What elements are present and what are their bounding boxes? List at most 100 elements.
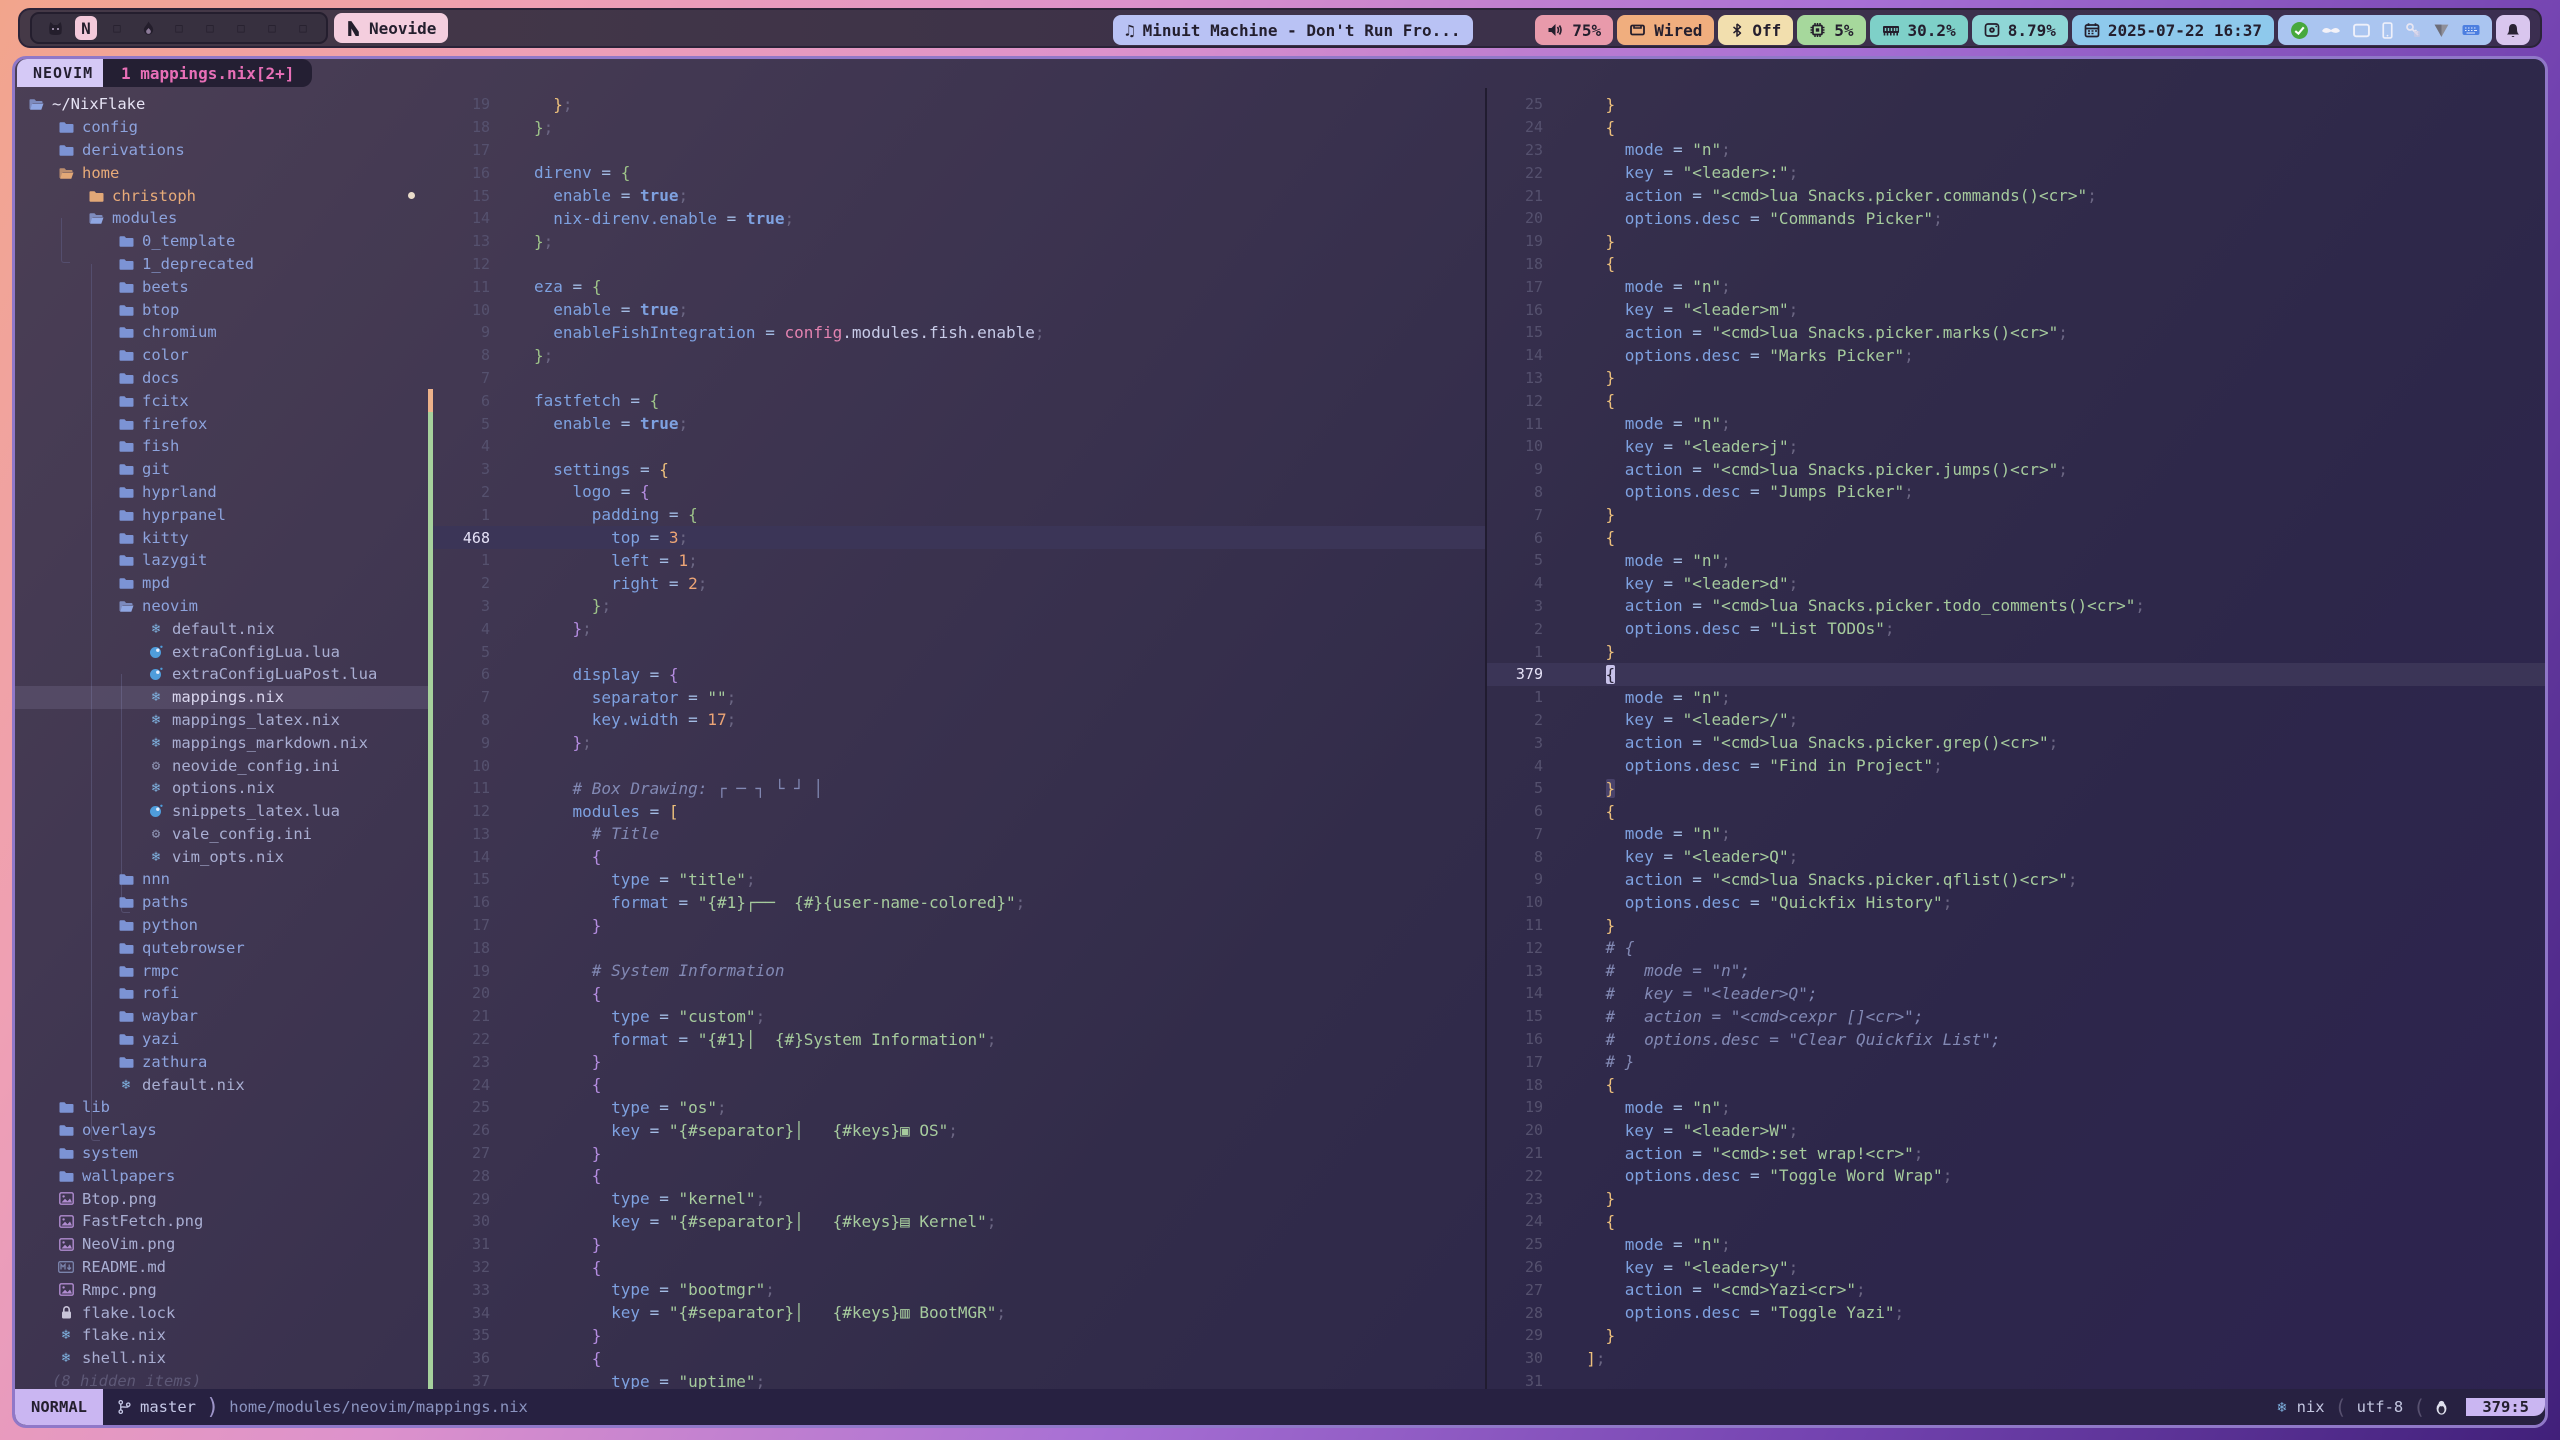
code-line[interactable]: 14 { (428, 845, 1485, 868)
tree-file-default-nix[interactable]: ❄default.nix (15, 1073, 428, 1096)
tree-folder-hyprpanel[interactable]: hyprpanel (15, 503, 428, 526)
volume-module[interactable]: 75% (1535, 15, 1613, 45)
code-line[interactable]: 14 options.desc = "Marks Picker"; (1487, 344, 2545, 367)
code-line[interactable]: 23 mode = "n"; (1487, 139, 2545, 162)
tree-file-snippets-latex-lua[interactable]: snippets_latex.lua (15, 800, 428, 823)
square-workspace-icon[interactable]: □ (261, 16, 283, 40)
tree-folder-rmpc[interactable]: rmpc (15, 959, 428, 982)
cpu-module[interactable]: 5% (1797, 15, 1865, 45)
code-line[interactable]: 22 format = "{#1}│ {#}System Information… (428, 1028, 1485, 1051)
tree-folder-hyprland[interactable]: hyprland (15, 481, 428, 504)
tree-folder-derivations[interactable]: derivations (15, 139, 428, 162)
tree-file-vale-config-ini[interactable]: ⚙vale_config.ini (15, 823, 428, 846)
window-title-chip[interactable]: Neovide (334, 13, 448, 43)
tree-folder-overlays[interactable]: overlays (15, 1119, 428, 1142)
code-line[interactable]: 2 options.desc = "List TODOs"; (1487, 617, 2545, 640)
code-line[interactable]: 26 key = "<leader>y"; (1487, 1256, 2545, 1279)
code-line[interactable]: 10 enable = true; (428, 298, 1485, 321)
code-line[interactable]: 34 key = "{#separator}│ {#keys}▥ BootMGR… (428, 1301, 1485, 1324)
code-line[interactable]: 18}; (428, 116, 1485, 139)
code-line[interactable]: 23 } (1487, 1187, 2545, 1210)
code-line[interactable]: 6 { (1487, 800, 2545, 823)
code-line[interactable]: 6 display = { (428, 663, 1485, 686)
code-line[interactable]: 19 } (1487, 230, 2545, 253)
code-line[interactable]: 13 # Title (428, 823, 1485, 846)
code-line[interactable]: 25 } (1487, 93, 2545, 116)
tree-folder-chromium[interactable]: chromium (15, 321, 428, 344)
code-line[interactable]: 26 key = "{#separator}│ {#keys}▣ OS"; (428, 1119, 1485, 1142)
tree-folder-mpd[interactable]: mpd (15, 572, 428, 595)
tree-file-mappings-markdown-nix[interactable]: ❄mappings_markdown.nix (15, 731, 428, 754)
tree-folder-christoph[interactable]: christoph (15, 184, 428, 207)
square-workspace-icon[interactable]: □ (230, 16, 252, 40)
window-tray-icon[interactable] (2353, 23, 2370, 38)
code-line[interactable]: 14 nix-direnv.enable = true; (428, 207, 1485, 230)
code-line[interactable]: 4 (428, 435, 1485, 458)
code-line[interactable]: 13}; (428, 230, 1485, 253)
code-line[interactable]: 7 separator = ""; (428, 686, 1485, 709)
code-line[interactable]: 3 settings = { (428, 458, 1485, 481)
code-line[interactable]: 2 key = "<leader>/"; (1487, 709, 2545, 732)
code-line[interactable]: 4 options.desc = "Find in Project"; (1487, 754, 2545, 777)
code-line[interactable]: 31 (1487, 1370, 2545, 1389)
tree-folder-0-template[interactable]: 0_template (15, 230, 428, 253)
tree-folder-fish[interactable]: fish (15, 435, 428, 458)
code-line[interactable]: 10 options.desc = "Quickfix History"; (1487, 891, 2545, 914)
code-line[interactable]: 16 # options.desc = "Clear Quickfix List… (1487, 1028, 2545, 1051)
code-line[interactable]: 9 }; (428, 731, 1485, 754)
tree-folder-home[interactable]: home (15, 161, 428, 184)
tree-file-flake-nix[interactable]: ❄flake.nix (15, 1324, 428, 1347)
tree-folder-zathura[interactable]: zathura (15, 1050, 428, 1073)
code-line[interactable]: 8 options.desc = "Jumps Picker"; (1487, 481, 2545, 504)
code-line[interactable]: 20 key = "<leader>W"; (1487, 1119, 2545, 1142)
code-line[interactable]: 11 # Box Drawing: ┌ ─ ┐ └ ┘ │ (428, 777, 1485, 800)
bluetooth-module[interactable]: Off (1718, 15, 1793, 45)
code-line[interactable]: 4 }; (428, 617, 1485, 640)
tree-folder-1-deprecated[interactable]: 1_deprecated (15, 253, 428, 276)
tree-file-extraconfigluapost-lua[interactable]: extraConfigLuaPost.lua (15, 663, 428, 686)
tree-folder-beets[interactable]: beets (15, 275, 428, 298)
code-line[interactable]: 18 { (1487, 253, 2545, 276)
code-line[interactable]: 12 modules = [ (428, 800, 1485, 823)
network-module[interactable]: Wired (1617, 15, 1714, 45)
code-line[interactable]: 19 mode = "n"; (1487, 1096, 2545, 1119)
code-line[interactable]: 8 key = "<leader>Q"; (1487, 845, 2545, 868)
tree-file-neovide-config-ini[interactable]: ⚙neovide_config.ini (15, 754, 428, 777)
code-line[interactable]: 24 { (428, 1073, 1485, 1096)
code-line[interactable]: 33 type = "bootmgr"; (428, 1278, 1485, 1301)
square-workspace-icon[interactable]: □ (106, 16, 128, 40)
tree-folder-color[interactable]: color (15, 344, 428, 367)
code-line[interactable]: 31 } (428, 1233, 1485, 1256)
code-line[interactable]: 9 enableFishIntegration = config.modules… (428, 321, 1485, 344)
tree-folder-firefox[interactable]: firefox (15, 412, 428, 435)
code-line[interactable]: 18 { (1487, 1073, 2545, 1096)
tree-file-options-nix[interactable]: ❄options.nix (15, 777, 428, 800)
code-line[interactable]: 28 options.desc = "Toggle Yazi"; (1487, 1301, 2545, 1324)
code-line[interactable]: 27 action = "<cmd>Yazi<cr>"; (1487, 1278, 2545, 1301)
tree-folder-waybar[interactable]: waybar (15, 1005, 428, 1028)
code-line[interactable]: 2 logo = { (428, 481, 1485, 504)
code-line[interactable]: 11 } (1487, 914, 2545, 937)
code-line[interactable]: 23 } (428, 1050, 1485, 1073)
code-line[interactable]: 20 { (428, 982, 1485, 1005)
tree-file-btop-png[interactable]: Btop.png (15, 1187, 428, 1210)
code-line[interactable]: 29 type = "kernel"; (428, 1187, 1485, 1210)
memory-module[interactable]: 30.2% (1870, 15, 1968, 45)
code-line[interactable]: 17 } (428, 914, 1485, 937)
code-line[interactable]: 6fastfetch = { (428, 389, 1485, 412)
code-line[interactable]: 24 { (1487, 116, 2545, 139)
music-player-chip[interactable]: ♫ Minuit Machine - Don't Run Fro... (1113, 15, 1473, 45)
code-line[interactable]: 11 mode = "n"; (1487, 412, 2545, 435)
tree-file-readme-md[interactable]: README.md (15, 1256, 428, 1279)
key-tray-icon[interactable] (2405, 22, 2421, 38)
code-line[interactable]: 3 action = "<cmd>lua Snacks.picker.todo_… (1487, 595, 2545, 618)
code-line[interactable]: 12 { (1487, 389, 2545, 412)
tree-folder--nixflake[interactable]: ~/NixFlake (15, 93, 428, 116)
code-line[interactable]: 19 # System Information (428, 959, 1485, 982)
code-line[interactable]: 7 mode = "n"; (1487, 823, 2545, 846)
code-line[interactable]: 17 mode = "n"; (1487, 275, 2545, 298)
code-line[interactable]: 36 { (428, 1347, 1485, 1370)
code-line[interactable]: 19 }; (428, 93, 1485, 116)
code-line[interactable]: 3 action = "<cmd>lua Snacks.picker.grep(… (1487, 731, 2545, 754)
code-line[interactable]: 25 type = "os"; (428, 1096, 1485, 1119)
